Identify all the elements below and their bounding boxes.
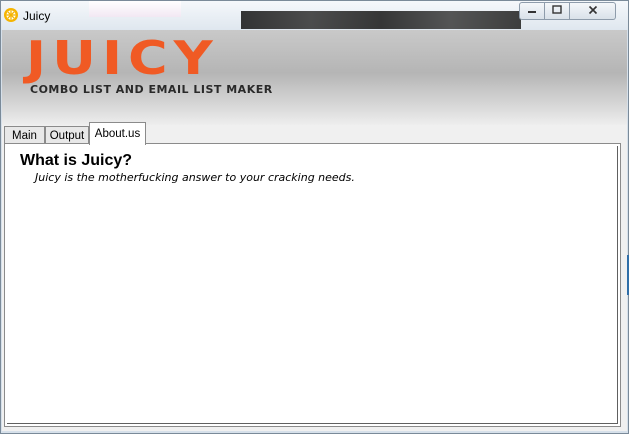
tagline: COMBO LIST AND EMAIL LIST MAKER bbox=[30, 83, 273, 96]
window-title: Juicy bbox=[23, 9, 51, 23]
about-heading: What is Juicy? bbox=[20, 152, 133, 169]
header-banner: JUICY COMBO LIST AND EMAIL LIST MAKER bbox=[2, 30, 627, 125]
close-button[interactable] bbox=[570, 2, 616, 20]
maximize-icon bbox=[552, 4, 562, 18]
title-bar-background bbox=[89, 1, 181, 17]
tab-main[interactable]: Main bbox=[4, 126, 45, 144]
maximize-button[interactable] bbox=[545, 2, 570, 20]
about-panel: What is Juicy? Juicy is the motherfuckin… bbox=[4, 143, 621, 427]
title-bar-background bbox=[241, 11, 521, 29]
window-controls bbox=[519, 2, 616, 20]
title-bar[interactable]: Juicy bbox=[1, 1, 628, 30]
about-text: Juicy is the motherfucking answer to you… bbox=[35, 171, 355, 184]
app-window: Juicy JUICY COMBO LIST AND EMAIL LIST MA… bbox=[0, 0, 629, 434]
close-icon bbox=[588, 5, 598, 18]
juicy-logo: JUICY bbox=[26, 31, 219, 85]
tab-label: About.us bbox=[94, 128, 141, 140]
minimize-icon bbox=[527, 5, 537, 18]
minimize-button[interactable] bbox=[519, 2, 545, 20]
tab-output[interactable]: Output bbox=[45, 126, 89, 144]
tab-label: Output bbox=[49, 129, 85, 142]
tab-label: Main bbox=[12, 129, 37, 142]
tab-about-us[interactable]: About.us bbox=[89, 122, 146, 145]
juicy-sun-icon bbox=[3, 7, 19, 23]
about-content: What is Juicy? Juicy is the motherfuckin… bbox=[7, 146, 618, 424]
client-area: JUICY COMBO LIST AND EMAIL LIST MAKER Ma… bbox=[2, 30, 627, 431]
